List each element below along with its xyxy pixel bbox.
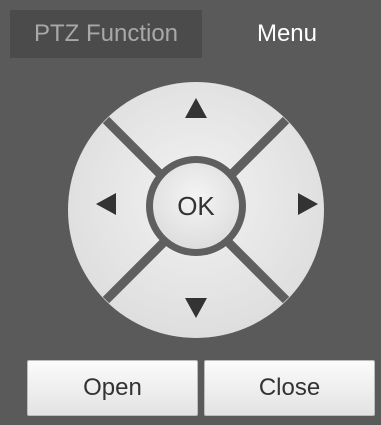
direction-pad-graphic: OK [68,82,324,338]
direction-pad: OK [66,80,326,340]
tab-menu[interactable]: Menu [202,10,372,58]
ok-button-label: OK [177,191,215,221]
tab-ptz-function[interactable]: PTZ Function [10,10,202,58]
open-button[interactable]: Open [27,360,198,416]
tab-bar: PTZ Function Menu [10,10,372,58]
action-button-row: Open Close [27,360,375,416]
close-button[interactable]: Close [204,360,375,416]
ptz-panel: PTZ Function Menu OK Open Close [0,0,381,425]
